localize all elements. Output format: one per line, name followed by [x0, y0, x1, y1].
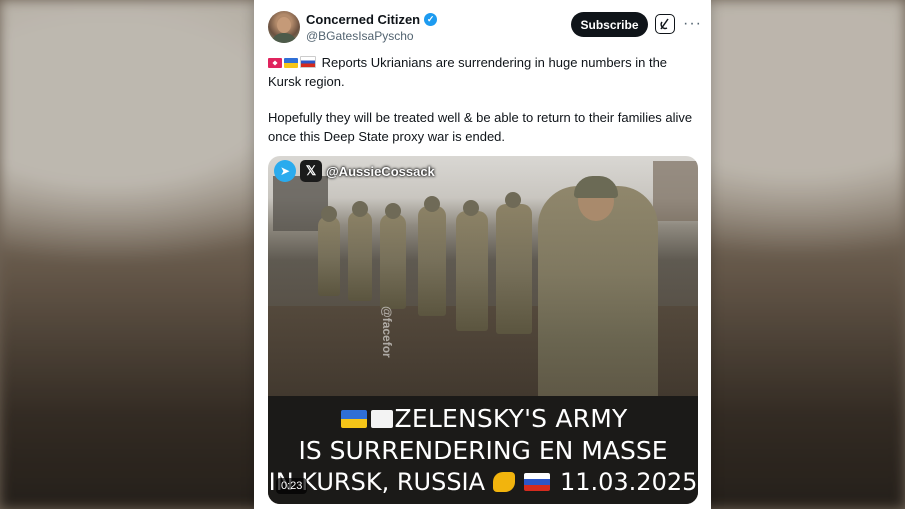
subscribe-button[interactable]: Subscribe — [571, 12, 648, 37]
russia-flag-icon — [524, 473, 551, 491]
russia-flag-icon — [300, 56, 316, 68]
x-logo-icon: 𝕏 — [300, 160, 322, 182]
grok-icon[interactable] — [655, 14, 675, 34]
flexed-biceps-icon — [492, 472, 515, 492]
tweet-line-1: Reports Ukrianians are surrendering in h… — [268, 55, 668, 89]
video-player[interactable]: ➤ 𝕏 @AussieCossack @facefor ZELENSKY'S A… — [268, 156, 698, 504]
ukraine-flag-icon — [340, 410, 367, 428]
video-watermark: ➤ 𝕏 @AussieCossack — [274, 160, 435, 182]
tweet-line-2: Hopefully they will be treated well & be… — [268, 110, 693, 144]
side-watermark: @facefor — [380, 306, 394, 358]
tweet-card: Concerned Citizen ✓ @BGatesIsaPyscho Sub… — [254, 0, 711, 509]
author-handle[interactable]: @BGatesIsaPyscho — [306, 29, 414, 43]
video-duration-badge: 0:23 — [276, 478, 308, 494]
telegram-icon: ➤ — [274, 160, 296, 182]
video-caption-banner: ZELENSKY'S ARMY IS SURRENDERING EN MASSE… — [268, 396, 698, 504]
avatar[interactable] — [268, 11, 300, 43]
ukraine-flag-icon — [284, 58, 298, 68]
more-options-icon[interactable]: ··· — [683, 14, 701, 34]
tweet-text: Reports Ukrianians are surrendering in h… — [268, 54, 698, 146]
author-name-row[interactable]: Concerned Citizen ✓ — [306, 12, 438, 27]
white-flag-icon — [370, 410, 393, 428]
author-name[interactable]: Concerned Citizen — [306, 12, 420, 27]
verified-badge-icon: ✓ — [424, 13, 438, 26]
red-badge-icon — [268, 58, 282, 68]
